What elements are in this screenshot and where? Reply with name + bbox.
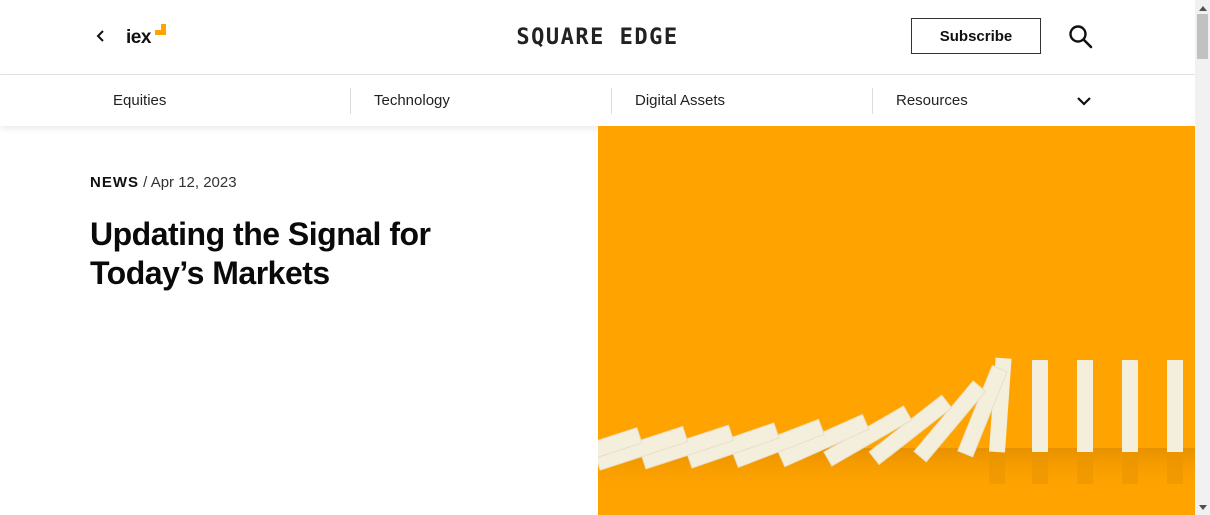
search-icon [1069,25,1093,49]
page-scrollbar[interactable] [1195,0,1210,515]
meta-separator: / [143,174,148,191]
nav-divider [611,88,612,114]
chevron-left-icon [96,30,104,42]
search-button[interactable] [1068,24,1094,50]
nav-item-technology[interactable]: Technology [374,75,450,126]
article-date: Apr 12, 2023 [150,174,237,191]
chevron-down-icon [1077,97,1091,106]
nav-divider [350,88,351,114]
logo-mark-icon [155,24,166,35]
site-title[interactable]: SQUARE EDGE [480,24,715,52]
nav-expand-button[interactable] [1075,92,1093,110]
nav-item-resources[interactable]: Resources [896,75,968,126]
scroll-up-button[interactable] [1195,0,1210,15]
scrollbar-thumb[interactable] [1197,14,1208,59]
nav-divider [872,88,873,114]
article-category[interactable]: NEWS [90,174,139,191]
category-nav: Equities Technology Digital Assets Resou… [0,75,1195,126]
iex-logo[interactable]: iex [126,24,170,50]
subscribe-button[interactable]: Subscribe [911,18,1041,54]
article-title: Updating the Signal for Today’s Markets [90,216,431,291]
hero-image [598,126,1195,515]
triangle-down-icon [1198,504,1207,510]
logo-text: iex [126,27,151,48]
nav-item-digital-assets[interactable]: Digital Assets [635,75,725,126]
back-button[interactable] [92,27,110,45]
scroll-down-button[interactable] [1195,500,1210,515]
nav-item-equities[interactable]: Equities [113,75,166,126]
article-meta: NEWS / Apr 12, 2023 [90,174,237,192]
site-header: iex SQUARE EDGE Subscribe [0,0,1195,75]
triangle-up-icon [1198,5,1207,11]
